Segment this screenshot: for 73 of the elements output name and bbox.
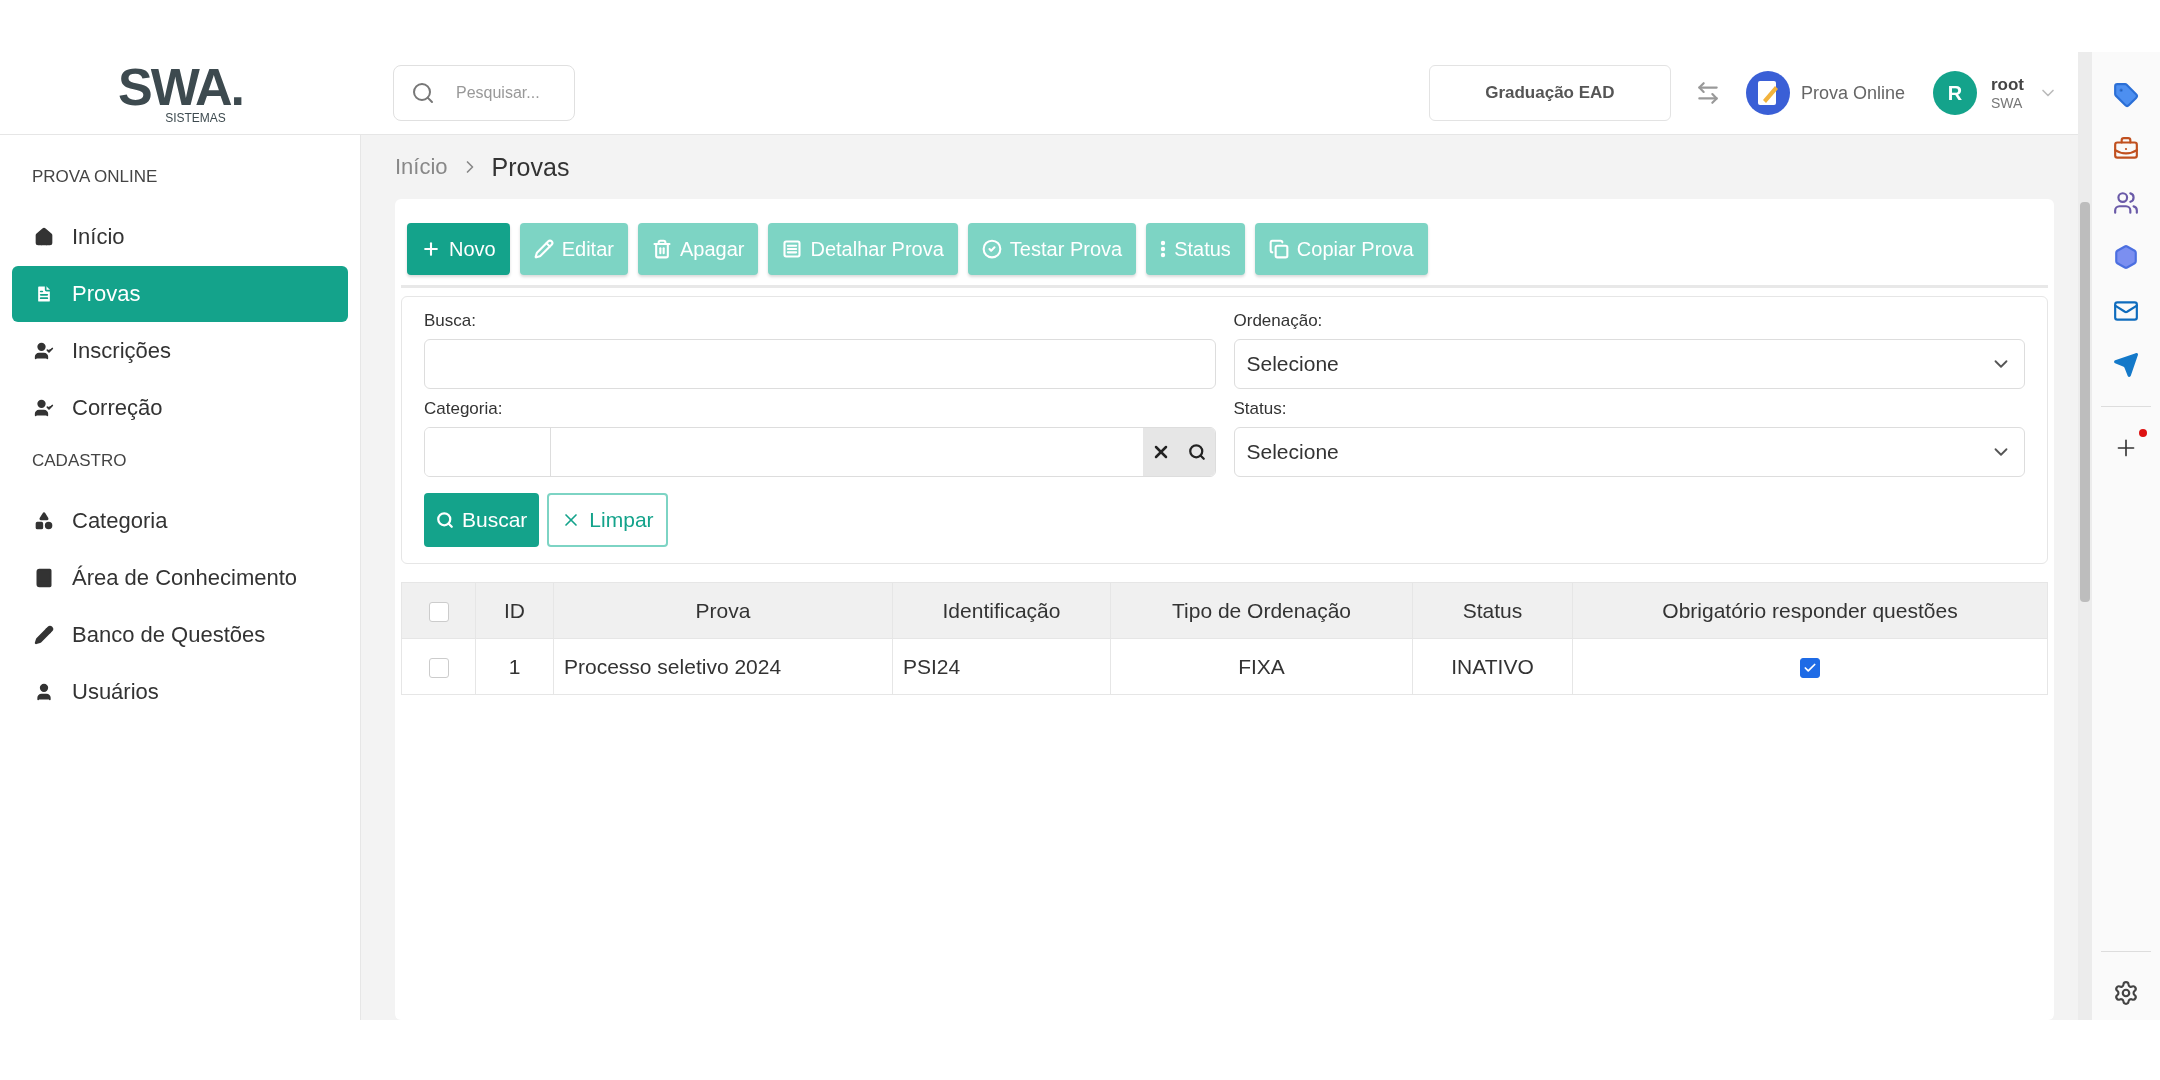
search-input[interactable] [424,339,1216,389]
column-header: Prova [553,582,893,639]
search-icon [436,511,454,529]
home-icon [34,227,54,247]
sidebar-item[interactable]: Categoria [12,493,348,549]
pencil-icon [34,625,54,645]
list-icon [782,239,803,259]
table-cell: 1 [475,638,554,695]
clear-button[interactable]: Limpar [547,493,668,547]
user-check-icon [34,398,54,418]
field-label: Busca: [424,311,477,331]
select-field[interactable]: Selecione [1233,427,2025,477]
copy-icon [1268,239,1289,259]
send-icon[interactable] [2113,352,2139,378]
search-button[interactable] [1178,428,1215,476]
sidebar-item[interactable]: Inscrições [12,323,348,379]
category-field[interactable] [424,427,1216,477]
table-cell: PSI24 [892,638,1111,695]
table-cell: Processo seletivo 2024 [553,638,893,695]
search-icon [411,81,435,105]
mail-icon[interactable] [2113,298,2139,324]
section-title: CADASTRO [31,450,128,472]
hexagon-icon[interactable] [2113,244,2139,270]
briefcase-icon[interactable] [2113,136,2139,162]
sidebar-item[interactable]: Usuários [12,664,348,720]
search-field[interactable]: Pesquisar... [393,65,575,121]
dots-icon [1160,240,1167,258]
breadcrumb-item: Provas [491,152,570,182]
logo-text: SWA. [118,61,243,113]
check-circle-icon [981,239,1002,259]
scrollbar[interactable] [2080,202,2090,602]
code-input[interactable] [425,428,551,476]
breadcrumb-item[interactable]: Início [395,154,448,180]
column-header: Obrigatório responder questões [1572,582,2048,639]
settings-icon[interactable] [2113,980,2139,1006]
search-icon [1187,443,1206,461]
sidebar-item[interactable]: Provas [12,266,348,322]
column-header: ID [475,582,554,639]
user-name: root [1990,75,2024,95]
column-header: Status [1412,582,1573,639]
users-icon[interactable] [2113,190,2139,216]
user-icon [34,682,54,702]
tag-icon[interactable] [2113,82,2139,108]
unit-button[interactable]: Graduação EAD [1428,65,1671,121]
checkbox[interactable] [1800,657,1820,678]
app-name: Prova Online [1800,82,1905,104]
field-label: Status: [1233,399,1288,419]
shapes-icon [34,511,54,531]
plus-icon [421,239,441,259]
toolbar-button[interactable]: Novo [407,223,510,275]
clear-button[interactable] [1142,428,1179,476]
table-cell: FIXA [1110,638,1413,695]
sidebar-item[interactable]: Área de Conhecimento [12,550,348,606]
select-field[interactable]: Selecione [1233,339,2025,389]
notification-dot [2139,429,2147,437]
avatar: R [1932,71,1977,115]
sidebar-item[interactable]: Início [12,209,348,265]
search-button[interactable]: Buscar [424,493,540,547]
pencil-icon [533,239,554,259]
sidebar-item[interactable]: Banco de Questões [12,607,348,663]
section-title: PROVA ONLINE [31,166,159,188]
trash-icon [651,239,672,259]
column-header: Tipo de Ordenação [1110,582,1413,639]
sidebar-item[interactable]: Correção [12,380,348,436]
app-icon [1744,70,1791,116]
field-label: Ordenação: [1233,311,1324,331]
book-icon [34,568,54,588]
field-label: Categoria: [424,399,504,419]
column-header: Identificação [892,582,1111,639]
logo-subtitle: SISTEMAS [165,111,226,125]
user-org: SWA [1990,95,2024,111]
table-cell: INATIVO [1412,638,1573,695]
user-check-icon [34,341,54,361]
